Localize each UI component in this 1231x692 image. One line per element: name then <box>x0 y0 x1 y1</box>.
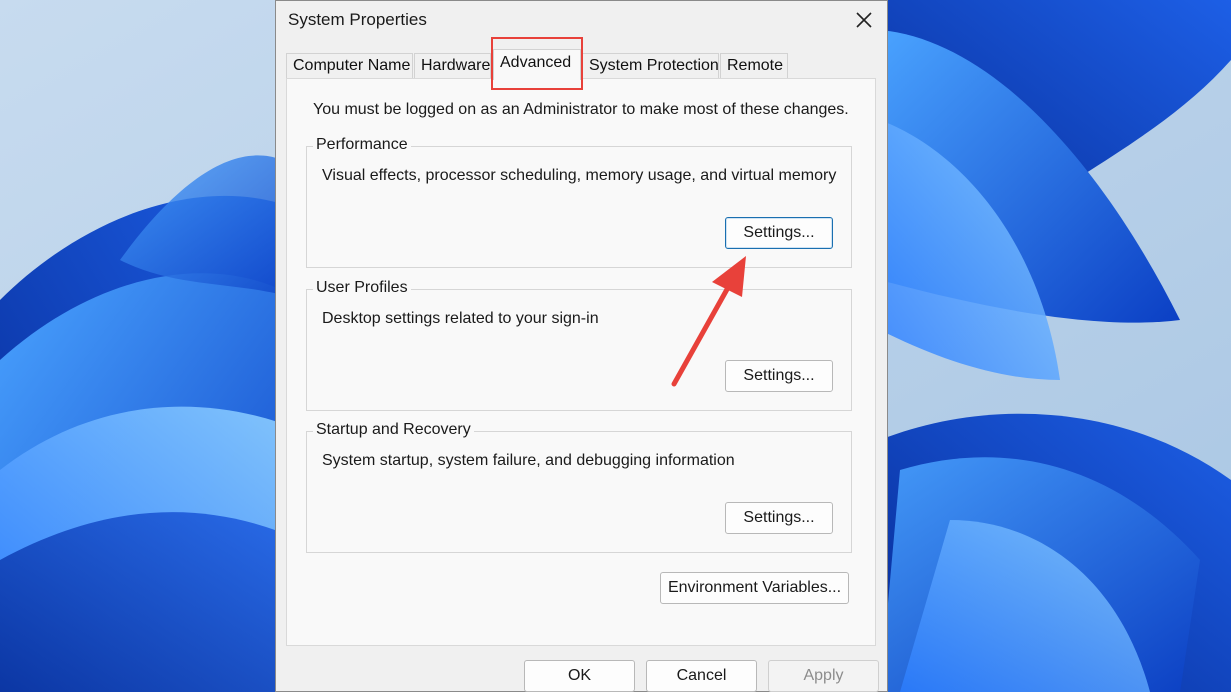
user-profiles-settings-button[interactable]: Settings... <box>725 360 833 392</box>
performance-label: Performance <box>313 136 411 154</box>
performance-group: Performance Visual effects, processor sc… <box>306 136 852 268</box>
cancel-button[interactable]: Cancel <box>646 660 757 692</box>
window-title: System Properties <box>288 10 427 29</box>
tab-hardware[interactable]: Hardware <box>414 53 491 79</box>
ok-button[interactable]: OK <box>524 660 635 692</box>
startup-recovery-group: Startup and Recovery System startup, sys… <box>306 421 852 553</box>
title-bar[interactable]: System Properties <box>276 1 887 39</box>
tab-remote[interactable]: Remote <box>720 53 788 79</box>
admin-note: You must be logged on as an Administrato… <box>313 101 849 118</box>
user-profiles-label: User Profiles <box>313 279 411 297</box>
user-profiles-group: User Profiles Desktop settings related t… <box>306 279 852 411</box>
tab-strip: Computer Name Hardware Advanced System P… <box>286 49 876 80</box>
startup-recovery-settings-button[interactable]: Settings... <box>725 502 833 534</box>
tab-advanced[interactable]: Advanced <box>493 49 581 80</box>
system-properties-dialog: System Properties Computer Name Hardware… <box>275 0 888 692</box>
advanced-tab-panel: You must be logged on as an Administrato… <box>286 78 876 646</box>
close-button[interactable] <box>842 3 886 37</box>
close-icon <box>856 12 872 28</box>
performance-settings-button[interactable]: Settings... <box>725 217 833 249</box>
user-profiles-description: Desktop settings related to your sign-in <box>322 310 599 327</box>
tab-system-protection[interactable]: System Protection <box>582 53 719 79</box>
environment-variables-button[interactable]: Environment Variables... <box>660 572 849 604</box>
tab-computer-name[interactable]: Computer Name <box>286 53 413 79</box>
apply-button[interactable]: Apply <box>768 660 879 692</box>
performance-description: Visual effects, processor scheduling, me… <box>322 167 837 184</box>
startup-recovery-label: Startup and Recovery <box>313 421 474 439</box>
startup-recovery-description: System startup, system failure, and debu… <box>322 452 735 469</box>
